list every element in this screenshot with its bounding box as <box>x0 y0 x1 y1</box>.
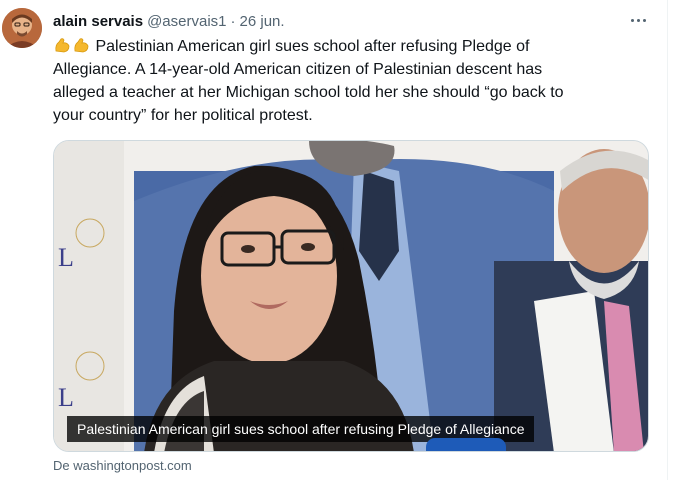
tweet-text-line-1: Palestinian American girl sues school af… <box>95 38 530 55</box>
tweet-text-line-2: Allegiance. A 14-year-old American citiz… <box>53 61 543 78</box>
display-name[interactable]: alain servais <box>53 13 143 30</box>
tweet-date[interactable]: 26 jun. <box>240 13 285 30</box>
ellipsis-icon <box>636 18 640 22</box>
tweet-text-line-4: your country” for her political protest. <box>53 107 313 124</box>
tweet-header: alain servais @aservais1 · 26 jun. <box>53 11 285 31</box>
ellipsis-icon <box>642 18 646 22</box>
avatar-image <box>2 8 42 48</box>
station-logo <box>426 438 506 451</box>
link-source[interactable]: De washingtonpost.com <box>53 458 192 473</box>
flexed-biceps-icon <box>72 36 90 54</box>
media-video[interactable]: L L CA <box>53 140 649 452</box>
svg-text:L: L <box>58 383 74 412</box>
video-frame-image: L L CA <box>54 141 648 451</box>
tweet-text: Palestinian American girl sues school af… <box>53 35 643 127</box>
tweet-text-line-3: alleged a teacher at her Michigan school… <box>53 84 564 101</box>
avatar[interactable] <box>2 8 42 48</box>
user-handle[interactable]: @aservais1 <box>147 13 226 30</box>
separator-dot: · <box>230 12 236 30</box>
more-options-button[interactable] <box>626 10 650 30</box>
svg-text:L: L <box>58 243 74 272</box>
ellipsis-icon <box>630 18 634 22</box>
flexed-biceps-icon <box>53 36 71 54</box>
tweet-card[interactable]: alain servais @aservais1 · 26 jun. Pales… <box>0 0 668 480</box>
